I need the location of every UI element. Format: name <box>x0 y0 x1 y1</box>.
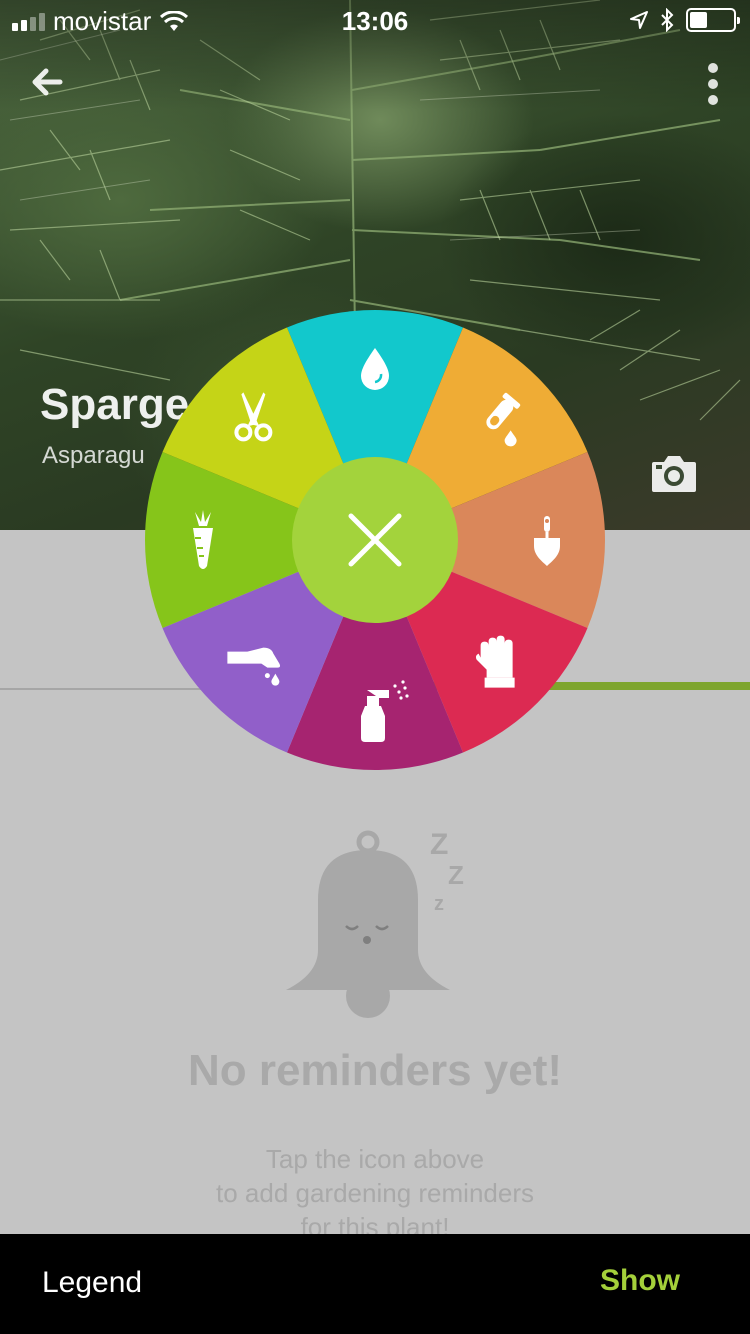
bottom-bar: Legend Show <box>0 1234 750 1334</box>
subtitle-line: to add gardening reminders <box>216 1178 534 1208</box>
bluetooth-icon <box>661 8 674 32</box>
empty-state-title: No reminders yet! <box>187 1046 563 1095</box>
plant-latin-name: Asparagu <box>42 442 145 469</box>
subtitle-line: Tap the icon above <box>265 1144 485 1174</box>
back-arrow-icon[interactable] <box>28 62 68 102</box>
zzz-letter: Z <box>448 860 464 890</box>
sleeping-bell-icon: Z Z z <box>286 828 464 1018</box>
camera-icon[interactable] <box>650 452 698 494</box>
legend-button[interactable]: Legend <box>42 1266 142 1300</box>
location-icon <box>630 11 648 29</box>
reminder-type-wheel <box>145 310 605 770</box>
more-options-icon[interactable] <box>700 60 726 108</box>
zzz-letter: Z <box>430 828 448 861</box>
close-wheel-button[interactable] <box>292 457 458 623</box>
battery-icon <box>686 8 740 32</box>
show-button[interactable]: Show <box>600 1264 680 1298</box>
empty-state-subtitle: Tap the icon above to add gardening remi… <box>0 1142 750 1244</box>
status-bar: movistar 13:06 <box>0 0 750 40</box>
zzz-letter: z <box>434 893 444 915</box>
